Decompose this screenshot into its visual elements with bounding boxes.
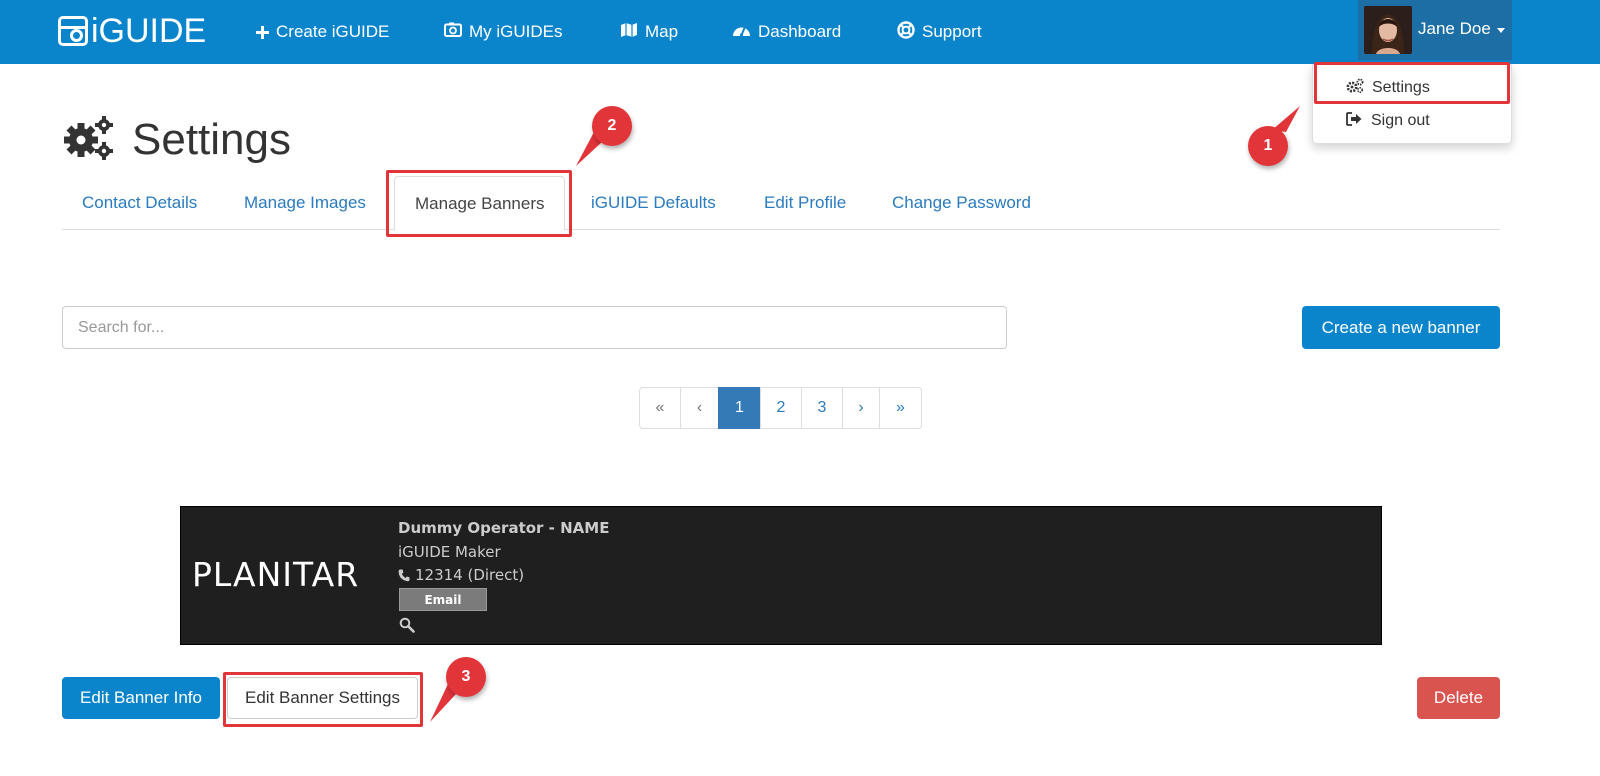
page-3-button[interactable]: 3 <box>801 387 843 429</box>
nav-label: Map <box>645 22 679 41</box>
highlight-manage-banners <box>386 170 572 237</box>
camera-icon <box>444 22 462 42</box>
user-menu-toggle[interactable]: Jane Doe <box>1358 0 1512 60</box>
iguide-logo[interactable]: iGUIDE <box>58 14 206 48</box>
annotation-marker-3: 3 <box>446 657 486 697</box>
highlight-edit-banner-settings <box>223 672 423 727</box>
tab-edit-profile[interactable]: Edit Profile <box>744 176 866 229</box>
logo-mark-icon <box>58 16 88 46</box>
tab-iguide-defaults[interactable]: iGUIDE Defaults <box>571 176 736 229</box>
banner-preview: PLANITAR Dummy Operator - NAME iGUIDE Ma… <box>180 506 1382 645</box>
banner-phone-text: 12314 (Direct) <box>415 566 525 584</box>
user-name: Jane Doe <box>1418 19 1491 38</box>
tab-manage-images[interactable]: Manage Images <box>224 176 386 229</box>
settings-tabs: Contact Details Manage Images Manage Ban… <box>62 174 1500 231</box>
lifebuoy-icon <box>897 20 915 44</box>
nav-support[interactable]: Support <box>897 20 982 44</box>
chevron-down-icon <box>1497 28 1505 33</box>
phone-icon <box>398 569 410 582</box>
banner-operator-name: Dummy Operator - NAME <box>398 519 610 537</box>
nav-create-iguide[interactable]: Create iGUIDE <box>256 20 389 44</box>
page-last-button[interactable]: » <box>879 387 922 429</box>
nav-my-iguides[interactable]: My iGUIDEs <box>444 20 563 44</box>
nav-label: My iGUIDEs <box>469 22 563 41</box>
map-icon <box>620 22 638 43</box>
banner-brand-logo: PLANITAR <box>192 555 360 594</box>
page-next-button[interactable]: › <box>842 387 880 429</box>
page-1-button[interactable]: 1 <box>718 387 761 429</box>
page-first-button[interactable]: « <box>639 387 681 429</box>
banner-role: iGUIDE Maker <box>398 543 501 561</box>
nav-label: Create iGUIDE <box>276 22 390 41</box>
nav-label: Dashboard <box>758 22 842 41</box>
annotation-marker-1: 1 <box>1248 126 1288 166</box>
highlight-settings <box>1314 62 1510 104</box>
pagination: « ‹ 1 2 3 › » <box>639 387 922 429</box>
page-title: Settings <box>64 112 291 168</box>
search-input[interactable] <box>62 306 1007 349</box>
search-icon[interactable] <box>399 617 415 638</box>
banner-email-button[interactable]: Email <box>399 588 487 611</box>
sign-out-icon <box>1346 111 1363 131</box>
banner-phone: 12314 (Direct) <box>398 566 524 584</box>
gears-icon <box>64 115 114 166</box>
create-banner-button[interactable]: Create a new banner <box>1302 306 1500 349</box>
menu-item-label: Sign out <box>1371 112 1430 129</box>
tab-contact-details[interactable]: Contact Details <box>62 176 217 229</box>
annotation-marker-2: 2 <box>592 106 632 146</box>
edit-banner-info-button[interactable]: Edit Banner Info <box>62 677 220 719</box>
nav-dashboard[interactable]: Dashboard <box>732 20 841 44</box>
nav-label: Support <box>922 22 982 41</box>
logo-text: iGUIDE <box>91 12 207 50</box>
top-navbar: iGUIDE Create iGUIDE My iGUIDEs Map Dash… <box>0 0 1600 64</box>
page-2-button[interactable]: 2 <box>760 387 802 429</box>
page-prev-button[interactable]: ‹ <box>680 387 719 429</box>
menu-item-sign-out[interactable]: Sign out <box>1313 107 1511 135</box>
plus-icon <box>256 25 269 39</box>
delete-button[interactable]: Delete <box>1417 677 1500 719</box>
tab-change-password[interactable]: Change Password <box>872 176 1051 229</box>
page-title-text: Settings <box>132 115 291 164</box>
dashboard-icon <box>732 22 751 42</box>
nav-map[interactable]: Map <box>620 20 678 44</box>
avatar <box>1364 6 1412 54</box>
